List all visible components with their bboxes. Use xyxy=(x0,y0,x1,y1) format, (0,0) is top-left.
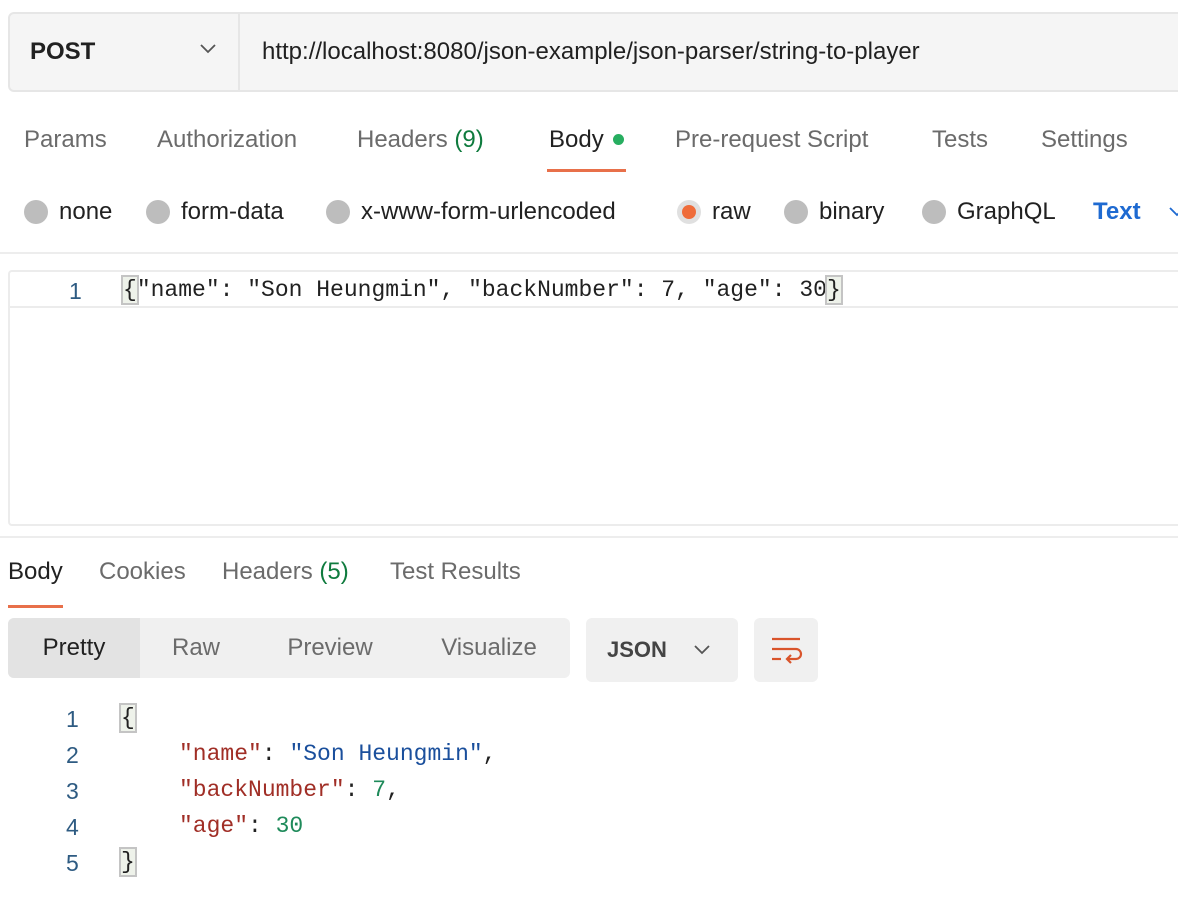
chevron-down-icon xyxy=(200,44,216,54)
tab-authorization[interactable]: Authorization xyxy=(157,120,297,176)
view-visualize-button[interactable]: Visualize xyxy=(418,618,560,678)
radio-label: GraphQL xyxy=(957,198,1056,225)
response-tab-headers[interactable]: Headers (5) xyxy=(222,552,349,608)
close-brace: } xyxy=(824,275,843,305)
response-tab-test-results[interactable]: Test Results xyxy=(390,552,521,608)
tab-label: Body xyxy=(8,558,63,585)
view-pretty-button[interactable]: Pretty xyxy=(8,618,140,678)
request-body-editor[interactable]: 1 {"name": "Son Heungmin", "backNumber":… xyxy=(8,270,1178,526)
wrap-lines-button[interactable] xyxy=(754,618,818,682)
radio-binary[interactable]: binary xyxy=(784,188,884,236)
chevron-down-icon xyxy=(694,645,710,655)
response-tab-cookies[interactable]: Cookies xyxy=(99,552,186,608)
request-tabs: Params Authorization Headers (9) Body Pr… xyxy=(0,120,1178,176)
radio-circle-icon xyxy=(146,200,170,224)
chevron-down-icon xyxy=(1168,207,1178,217)
view-preview-button[interactable]: Preview xyxy=(264,618,396,678)
view-raw-button[interactable]: Raw xyxy=(140,618,252,678)
json-value: "Son Heungmin" xyxy=(289,741,483,767)
tab-headers[interactable]: Headers (9) xyxy=(357,120,484,176)
radio-x-www-form-urlencoded[interactable]: x-www-form-urlencoded xyxy=(326,188,616,236)
json-value: 30 xyxy=(275,813,304,839)
tab-tests[interactable]: Tests xyxy=(932,120,988,176)
tab-pre-request-script[interactable]: Pre-request Script xyxy=(675,120,868,176)
radio-circle-icon xyxy=(24,200,48,224)
radio-none[interactable]: none xyxy=(24,188,112,236)
code-content: "name": "Son Heungmin", "backNumber": 7,… xyxy=(136,277,827,303)
json-comma: , xyxy=(386,777,400,803)
modified-dot-icon xyxy=(612,134,624,145)
radio-circle-icon xyxy=(922,200,946,224)
url-bar: POST http://localhost:8080/json-example/… xyxy=(8,12,1178,92)
radio-circle-icon xyxy=(326,200,350,224)
raw-format-label: Text xyxy=(1093,198,1141,225)
json-value: 7 xyxy=(372,777,387,803)
tab-label: Settings xyxy=(1041,126,1128,153)
radio-label: binary xyxy=(819,198,885,225)
response-tabs: Body Cookies Headers (5) Test Results xyxy=(0,552,1178,608)
method-label: POST xyxy=(30,38,96,65)
json-colon: : xyxy=(261,741,290,767)
radio-selected-icon xyxy=(677,200,701,224)
response-format-select[interactable]: JSON xyxy=(586,618,738,682)
tab-label: Body xyxy=(549,126,604,153)
radio-form-data[interactable]: form-data xyxy=(146,188,284,236)
response-format-label: JSON xyxy=(607,637,667,662)
code-line: {"name": "Son Heungmin", "backNumber": 7… xyxy=(121,275,843,305)
method-select[interactable]: POST xyxy=(10,14,240,90)
tab-label: Headers xyxy=(222,558,320,585)
radio-graphql[interactable]: GraphQL xyxy=(922,188,1056,236)
tab-label: Headers xyxy=(357,126,455,153)
tab-label: Cookies xyxy=(99,558,186,585)
radio-label: x-www-form-urlencoded xyxy=(361,198,616,225)
line-number: 4 xyxy=(66,814,79,840)
json-key: "backNumber" xyxy=(179,777,345,803)
code-line: "name": "Son Heungmin", xyxy=(179,741,496,767)
raw-format-select[interactable]: Text xyxy=(1093,188,1178,236)
tab-label: Pre-request Script xyxy=(675,126,869,153)
active-tab-underline xyxy=(547,169,626,172)
body-type-radios: none form-data x-www-form-urlencoded raw… xyxy=(0,188,1178,236)
tab-label: Authorization xyxy=(157,126,298,153)
line-number: 3 xyxy=(66,778,79,804)
response-tab-body[interactable]: Body xyxy=(8,552,63,608)
radio-raw[interactable]: raw xyxy=(677,188,751,236)
tab-label: Test Results xyxy=(390,558,521,585)
tab-label: Params xyxy=(24,126,107,153)
open-brace: { xyxy=(121,275,139,305)
tab-count: (9) xyxy=(454,126,484,153)
line-number: 1 xyxy=(66,706,79,732)
json-key: "name" xyxy=(179,741,262,767)
tab-label: Tests xyxy=(932,126,989,153)
json-comma: , xyxy=(482,741,497,767)
tab-settings[interactable]: Settings xyxy=(1041,120,1128,176)
open-brace: { xyxy=(119,703,137,733)
wrap-lines-icon xyxy=(772,637,803,664)
line-number: 2 xyxy=(66,742,79,768)
tab-count: (5) xyxy=(319,558,349,585)
active-tab-underline xyxy=(8,605,63,608)
code-line: "age": 30 xyxy=(179,813,303,839)
radio-label: raw xyxy=(712,198,751,225)
response-body-viewer[interactable]: 1 2 3 4 5 { "name": "Son Heungmin", "bac… xyxy=(0,700,1178,900)
line-number: 5 xyxy=(66,850,79,876)
url-input[interactable]: http://localhost:8080/json-example/json-… xyxy=(262,14,920,90)
line-number: 1 xyxy=(69,278,82,304)
divider xyxy=(0,536,1178,538)
radio-label: form-data xyxy=(181,198,284,225)
close-brace: } xyxy=(119,847,137,877)
json-colon: : xyxy=(344,777,373,803)
json-colon: : xyxy=(248,813,276,839)
tab-body[interactable]: Body xyxy=(547,120,626,176)
divider xyxy=(0,252,1178,254)
radio-circle-icon xyxy=(784,200,808,224)
json-key: "age" xyxy=(179,813,249,839)
code-line: "backNumber": 7, xyxy=(179,777,400,803)
radio-label: none xyxy=(59,198,113,225)
code-line: } xyxy=(119,847,137,877)
code-line: { xyxy=(119,703,137,733)
tab-params[interactable]: Params xyxy=(24,120,107,176)
view-mode-switch: Pretty Raw Preview Visualize xyxy=(8,618,570,678)
